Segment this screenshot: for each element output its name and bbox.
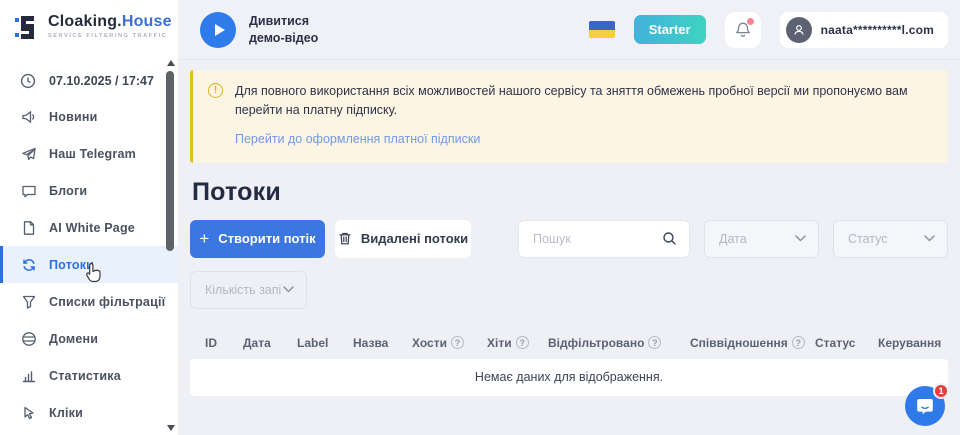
filter-funnel-icon [20,293,37,310]
search-icon[interactable] [662,231,677,246]
sidebar-item-ai-white-page[interactable]: AI White Page [0,209,178,246]
help-icon[interactable]: ? [451,336,464,349]
search-input[interactable] [533,232,662,246]
sidebar-item-filter-lists[interactable]: Списки фільтрації [0,283,178,320]
user-account-button[interactable]: naata**********l.com [780,12,948,48]
avatar [786,17,812,43]
column-header-manage: Керування [878,336,948,350]
main-area: Дивитисядемо-відео Starter [178,0,960,435]
column-header-hosts: Хости? [412,336,487,350]
scrollbar-thumb[interactable] [166,71,174,251]
help-icon[interactable]: ? [792,336,805,349]
sidebar-item-blogs[interactable]: Блоги [0,172,178,209]
plan-badge[interactable]: Starter [634,15,706,44]
bar-chart-icon [20,367,37,384]
status-filter-dropdown[interactable]: Статус [833,220,948,258]
trash-icon [338,231,352,246]
content-area: ! Для повного використання всіх можливос… [178,60,960,435]
chat-bubble-icon [20,182,37,199]
help-icon[interactable]: ? [516,336,529,349]
brand-logo-icon [14,14,40,41]
date-filter-dropdown[interactable]: Дата [704,220,819,258]
deleted-streams-button[interactable]: Видалені потоки [335,220,471,258]
column-header-ratio: Співвідношення? [690,336,815,350]
banner-text: Для повного використання всіх можливосте… [235,82,928,121]
column-header-id: ID [205,336,243,350]
chat-widget-button[interactable]: 1 [905,386,945,426]
create-stream-button[interactable]: + Створити потік [190,220,325,258]
globe-icon [20,330,37,347]
scroll-down-arrow-icon[interactable] [167,425,175,431]
brand-title: Cloaking.House [48,13,172,30]
play-icon[interactable] [200,12,236,48]
sidebar-item-statistics[interactable]: Статистика [0,357,178,394]
cursor-click-icon [20,404,37,421]
notifications-button[interactable] [725,12,761,48]
watch-demo-label: Дивитисядемо-відео [249,13,318,47]
sidebar-item-telegram[interactable]: Наш Telegram [0,135,178,172]
chat-bubble-icon [915,396,935,416]
sidebar-item-news[interactable]: Новини [0,98,178,135]
sidebar-nav: Новини Наш Telegram Блоги [0,98,178,431]
sidebar-scrollbar[interactable] [164,56,177,435]
sidebar: Cloaking.House SERVICE FILTERING TRAFFIC… [0,0,178,435]
chevron-down-icon [283,286,294,293]
column-header-name: Назва [353,336,412,350]
brand-tagline: SERVICE FILTERING TRAFFIC [48,34,172,40]
notification-dot [747,18,754,25]
chevron-down-icon [795,235,806,242]
page-title: Потоки [192,178,948,207]
user-email: naata**********l.com [821,23,934,37]
megaphone-icon [20,108,37,125]
column-header-status: Статус [815,336,878,350]
document-icon [20,219,37,236]
sidebar-datetime: 07.10.2025 / 17:47 [0,64,178,98]
table-header-row: ID Дата Label Назва Хости? Хіти? Відфіль… [190,336,948,350]
app-window: Cloaking.House SERVICE FILTERING TRAFFIC… [0,0,960,435]
chevron-down-icon [924,235,935,242]
column-header-filtered: Відфільтровано? [548,336,690,350]
help-icon[interactable]: ? [648,336,661,349]
sidebar-item-domains[interactable]: Домени [0,320,178,357]
trial-warning-banner: ! Для повного використання всіх можливос… [190,70,948,163]
topbar: Дивитисядемо-відео Starter [178,0,960,60]
ukraine-flag-icon[interactable] [589,21,615,38]
plus-icon: + [199,230,209,247]
streams-sync-icon [20,256,37,273]
column-header-hits: Хіти? [487,336,548,350]
warning-icon: ! [208,83,223,98]
chat-unread-badge: 1 [933,383,949,399]
sidebar-item-clicks[interactable]: Кліки [0,394,178,431]
clock-icon [20,73,37,90]
scroll-up-arrow-icon[interactable] [167,60,175,66]
table-empty-state: Немає даних для відображення. [190,359,948,396]
controls-row: + Створити потік Видалені потоки [190,220,948,258]
upgrade-subscription-link[interactable]: Перейти до оформлення платної підписки [235,132,480,146]
brand-logo[interactable]: Cloaking.House SERVICE FILTERING TRAFFIC [0,0,178,56]
column-header-date: Дата [243,336,297,350]
per-page-dropdown[interactable]: Кількість запі [190,271,307,309]
search-box[interactable] [518,220,690,258]
column-header-label: Label [297,336,353,350]
watch-demo-button[interactable]: Дивитисядемо-відео [200,12,318,48]
telegram-icon [20,145,37,162]
sidebar-item-streams[interactable]: Потоки [0,246,178,283]
